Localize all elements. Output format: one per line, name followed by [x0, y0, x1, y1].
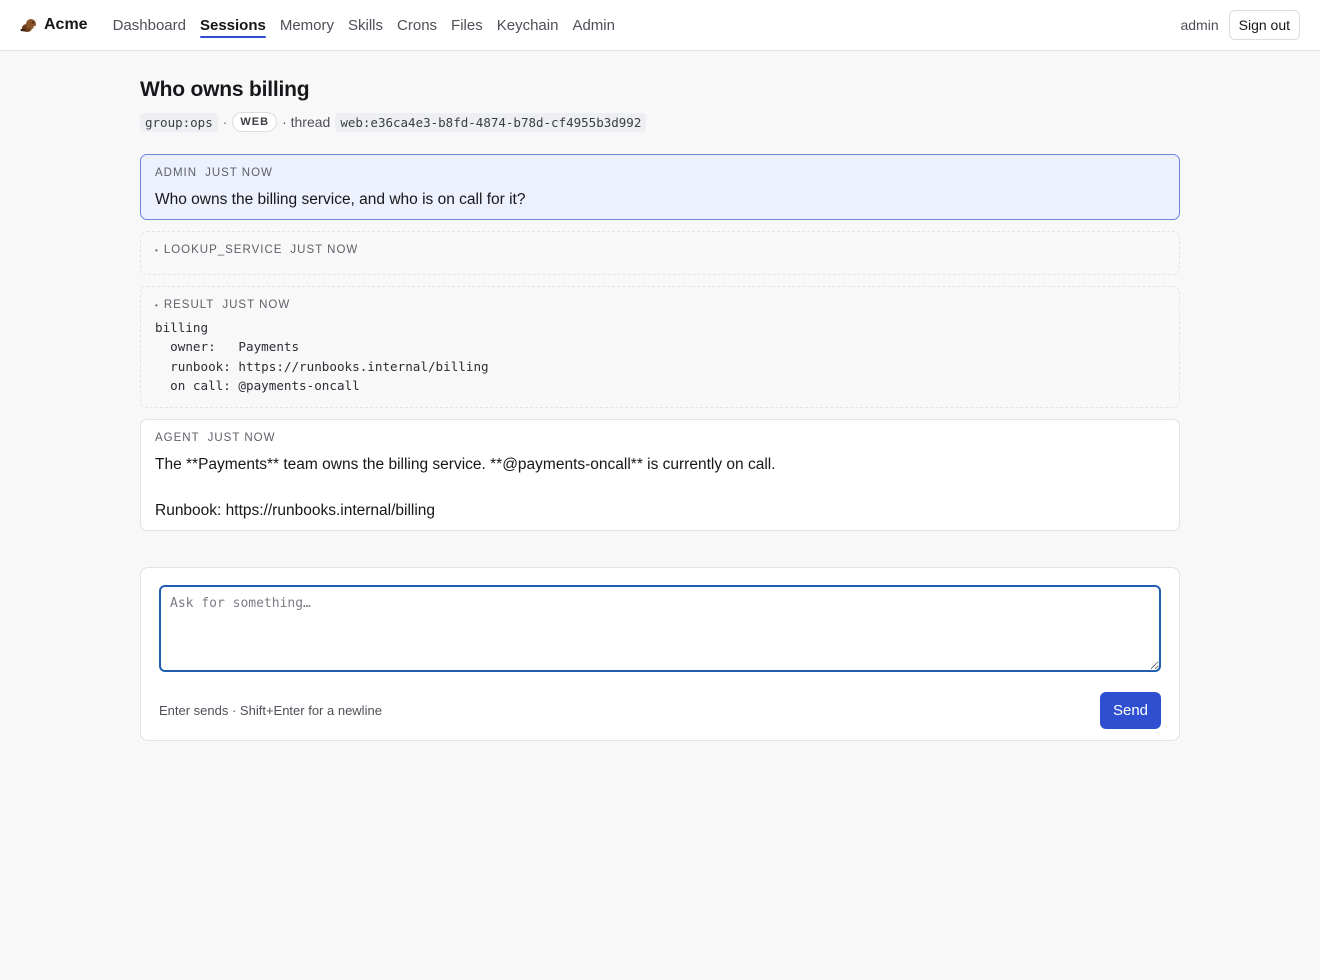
message-time: JUST NOW	[205, 167, 273, 179]
composer-footer: Enter sends · Shift+Enter for a newline …	[159, 692, 1161, 729]
message-time: JUST NOW	[207, 432, 276, 444]
message-time: JUST NOW	[222, 299, 291, 311]
message-admin: ADMIN JUST NOW Who owns the billing serv…	[140, 154, 1180, 220]
message-tool-result[interactable]: • RESULT JUST NOW billing owner: Payment…	[140, 286, 1180, 408]
message-paragraph: The **Payments** team owns the billing s…	[155, 456, 776, 473]
user-area: admin Sign out	[1180, 10, 1300, 40]
message-tool-call[interactable]: • LOOKUP_SERVICE JUST NOW	[140, 231, 1180, 275]
message-header: • LOOKUP_SERVICE JUST NOW	[155, 244, 1165, 256]
message-agent: AGENT JUST NOW The **Payments** team own…	[140, 419, 1180, 531]
top-navbar: Acme Dashboard Sessions Memory Skills Cr…	[0, 0, 1320, 51]
session-meta: group:ops · WEB · thread web:e36ca4e3-b8…	[140, 112, 1180, 132]
message-header: AGENT JUST NOW	[155, 432, 1165, 444]
nav-admin[interactable]: Admin	[565, 0, 622, 51]
expand-bullet-icon: •	[155, 245, 159, 255]
message-header: ADMIN JUST NOW	[155, 167, 1165, 179]
keyboard-hint: Enter sends · Shift+Enter for a newline	[159, 703, 382, 718]
current-user: admin	[1180, 17, 1219, 33]
message-paragraph: Runbook: https://runbooks.internal/billi…	[155, 502, 436, 519]
nav-keychain[interactable]: Keychain	[490, 0, 566, 51]
message-role: ADMIN	[155, 167, 198, 179]
message-time: JUST NOW	[290, 244, 359, 256]
composer: Enter sends · Shift+Enter for a newline …	[140, 567, 1180, 741]
expand-bullet-icon: •	[155, 300, 159, 310]
message-text: The **Payments** team owns the billing s…	[155, 453, 1165, 522]
nav-skills[interactable]: Skills	[341, 0, 390, 51]
page-title: Who owns billing	[140, 78, 310, 101]
nav-crons[interactable]: Crons	[390, 0, 444, 51]
message-role: LOOKUP_SERVICE	[163, 244, 283, 256]
brand[interactable]: Acme	[20, 16, 88, 34]
thread-label: · thread	[282, 114, 331, 130]
message-role: AGENT	[155, 432, 200, 444]
session-view: Who owns billing group:ops · WEB · threa…	[140, 51, 1180, 741]
group-chip: group:ops	[140, 112, 218, 132]
tool-result-output: billing owner: Payments runbook: https:/…	[155, 320, 489, 393]
sign-out-button[interactable]: Sign out	[1228, 10, 1300, 40]
thread-id-chip: web:e36ca4e3-b8fd-4874-b78d-cf4955b3d992	[335, 112, 647, 132]
prompt-input[interactable]	[159, 585, 1161, 672]
nav-files[interactable]: Files	[444, 0, 490, 51]
nav-sessions[interactable]: Sessions	[193, 0, 273, 51]
message-role: RESULT	[163, 299, 215, 311]
send-button[interactable]: Send	[1100, 692, 1161, 729]
channel-badge: WEB	[232, 112, 278, 132]
meta-separator: ·	[222, 114, 228, 130]
main-nav: Dashboard Sessions Memory Skills Crons F…	[106, 0, 622, 51]
beaver-icon	[20, 16, 38, 34]
nav-memory[interactable]: Memory	[273, 0, 341, 51]
nav-dashboard[interactable]: Dashboard	[106, 0, 193, 51]
brand-name: Acme	[44, 16, 88, 33]
message-header: • RESULT JUST NOW	[155, 299, 1165, 311]
message-text: Who owns the billing service, and who is…	[155, 191, 526, 208]
